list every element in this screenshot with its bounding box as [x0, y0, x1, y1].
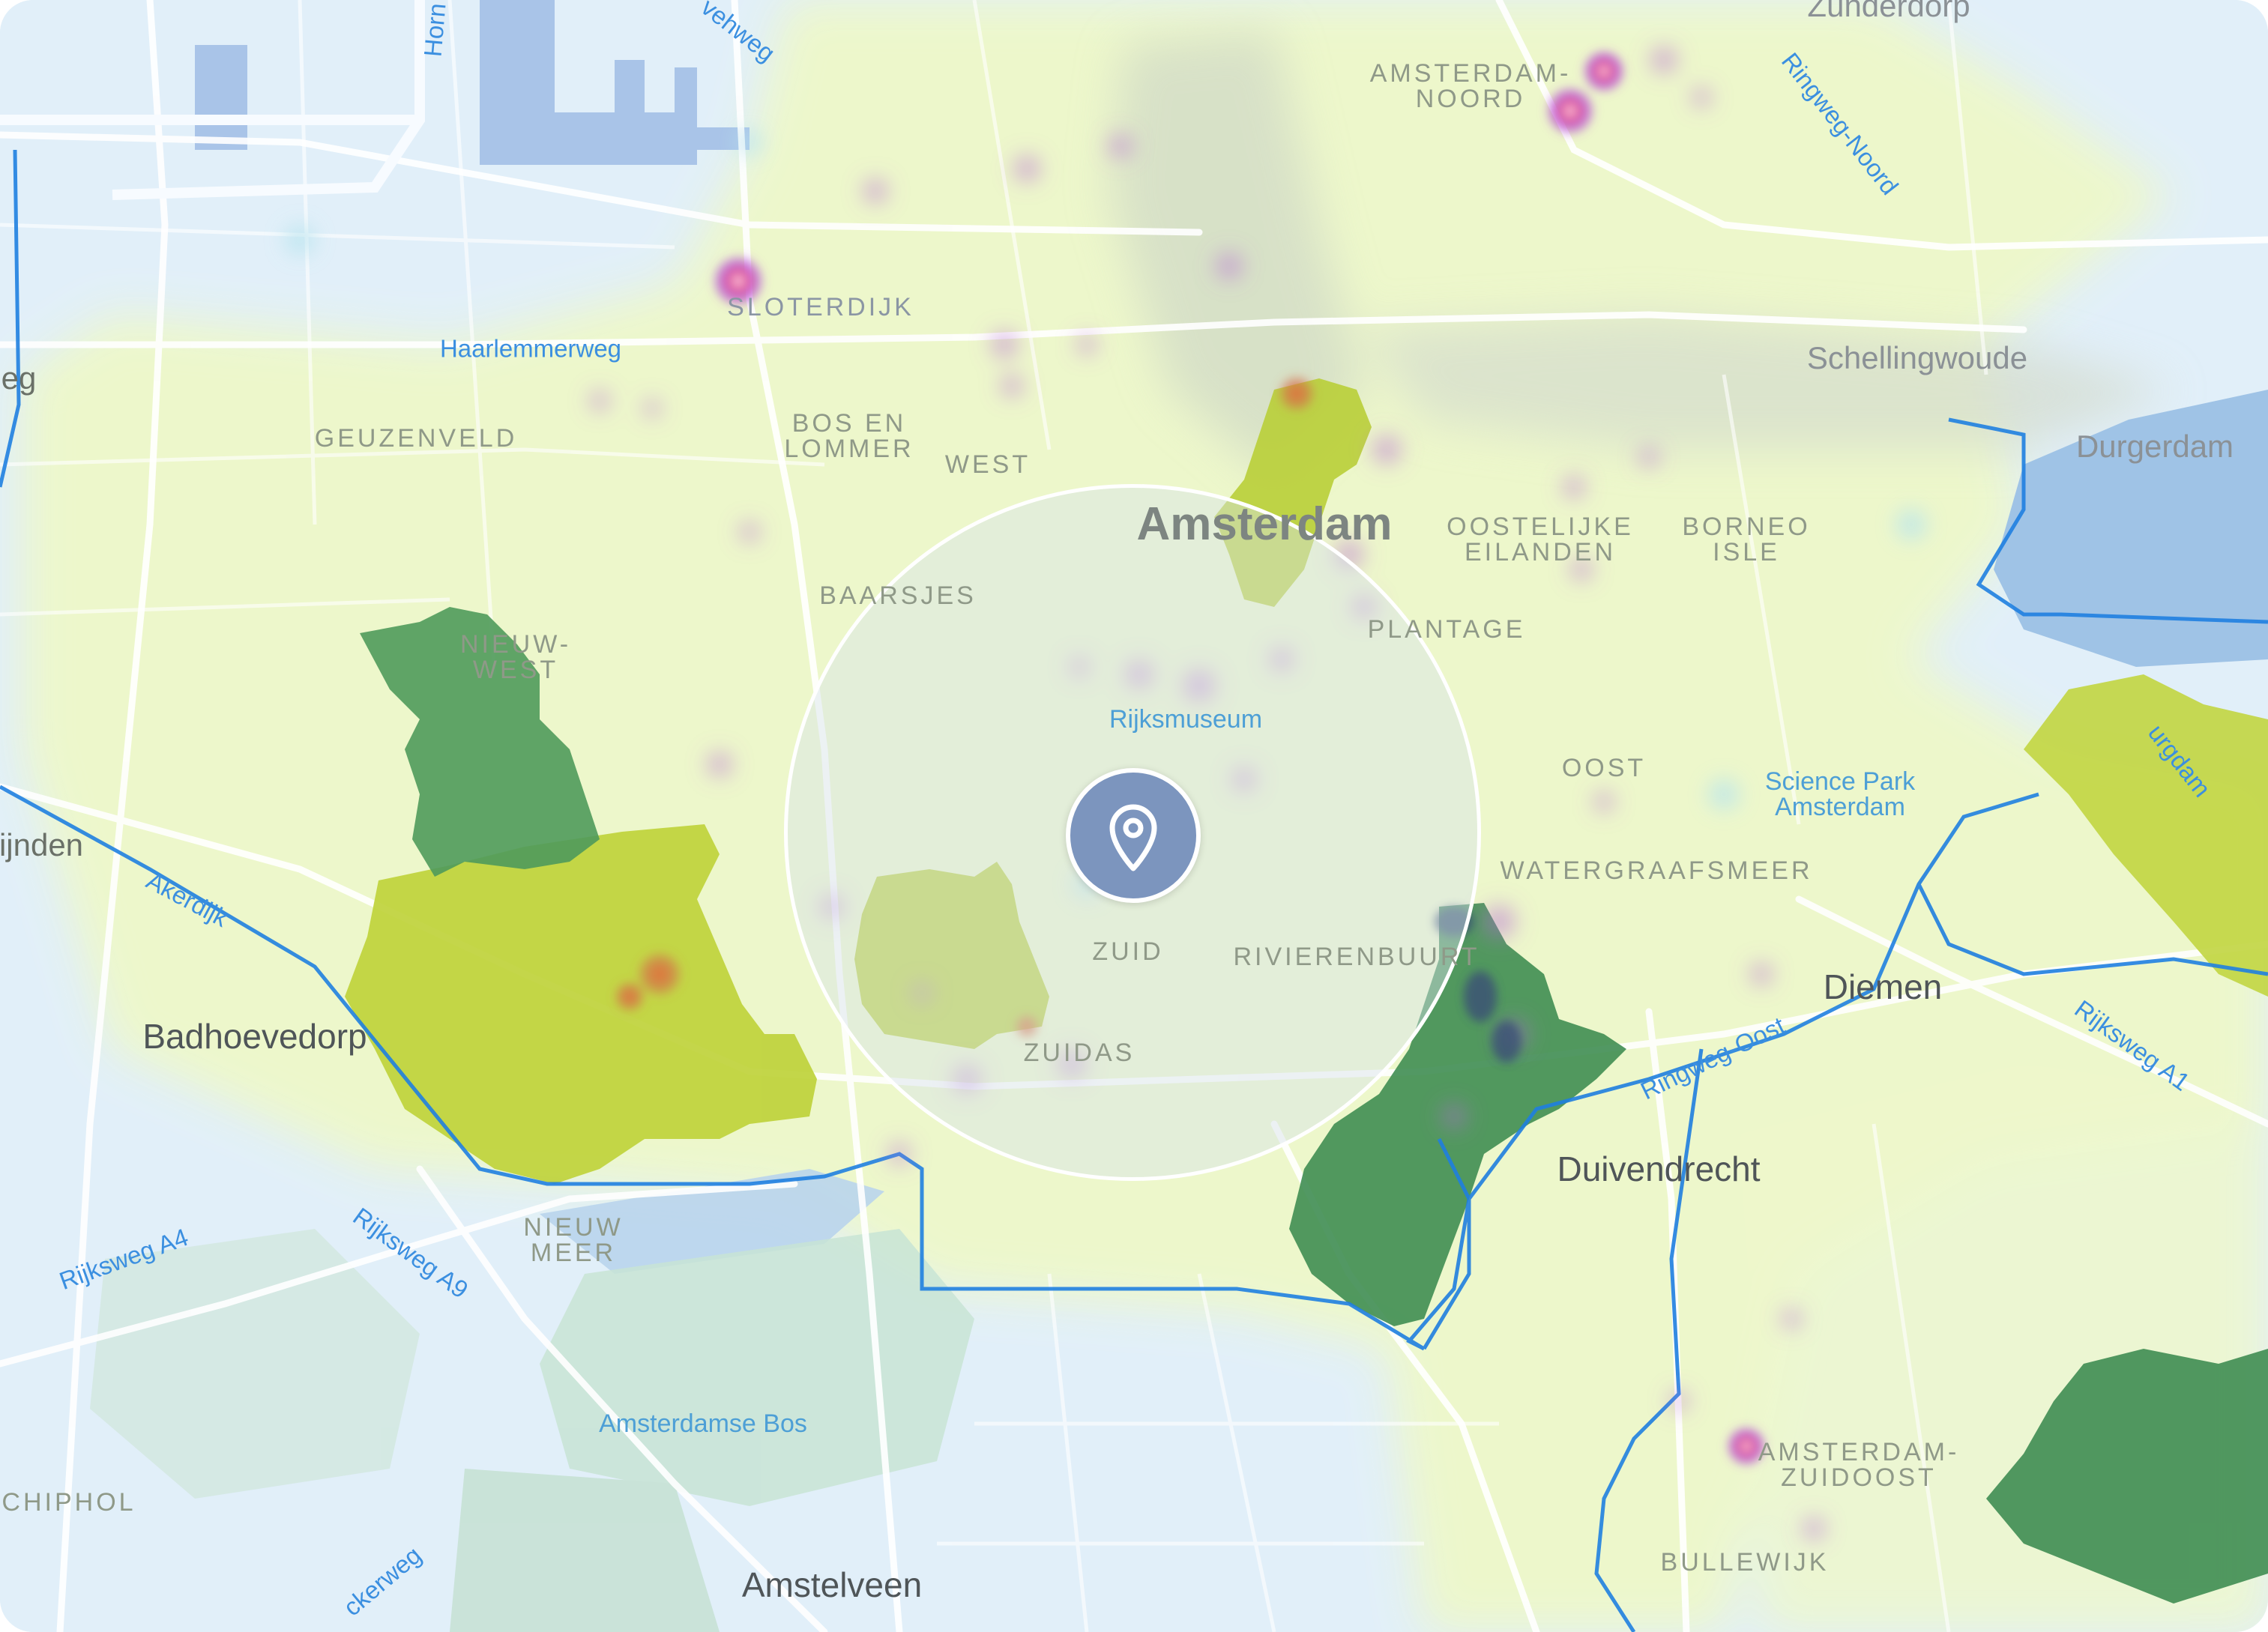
label-amsterdam: Amsterdam [1136, 498, 1393, 550]
current-location-marker[interactable] [1066, 768, 1201, 903]
label-zuid: ZUID [1092, 937, 1164, 966]
label-nieuw-west: NIEUW- WEST [459, 630, 572, 684]
label-geuzenveld: GEUZENVELD [314, 424, 518, 453]
map-view[interactable]: Amsterdam AMSTERDAM- NOORD Zunderdorp Sc… [0, 0, 2268, 1632]
label-zuidas: ZUIDAS [1023, 1039, 1135, 1067]
label-baarsjes: BAARSJES [819, 581, 977, 610]
poi-rijksmuseum[interactable]: Rijksmuseum [1109, 707, 1262, 732]
road-label-haarlemmerweg: Haarlemmerweg [439, 334, 622, 363]
road-label-hornweg: Horn [418, 1, 451, 58]
label-watergraafsmeer: WATERGRAAFSMEER [1500, 856, 1813, 885]
label-durgerdam: Durgerdam [2075, 429, 2234, 464]
label-amstelveen: Amstelveen [741, 1565, 923, 1604]
label-schellingwoude: Schellingwoude [1806, 340, 2028, 375]
label-sloterdijk: SLOTERDIJK [727, 293, 914, 321]
label-badhoevedorp: Badhoevedorp [142, 1017, 367, 1056]
poi-amsterdamse-bos[interactable]: Amsterdamse Bos [599, 1411, 807, 1436]
label-bullewijk: BULLEWIJK [1660, 1548, 1830, 1577]
label-ijnden: ijnden [0, 827, 84, 862]
label-nieuw-meer: NIEUW MEER [523, 1213, 624, 1267]
label-west: WEST [944, 450, 1031, 479]
label-oost: OOST [1561, 754, 1647, 782]
label-diemen: Diemen [1823, 967, 1943, 1006]
label-amsterdam-noord: AMSTERDAM- NOORD [1369, 59, 1572, 113]
label-oostelijke-eilanden: OOSTELIJKE EILANDEN [1447, 513, 1634, 566]
label-bos-en-lommer: BOS EN LOMMER [784, 409, 914, 463]
label-zunderdorp: Zunderdorp [1807, 0, 1970, 23]
label-plantage: PLANTAGE [1367, 615, 1526, 644]
label-duivendrecht: Duivendrecht [1557, 1149, 1761, 1188]
poi-science-park[interactable]: Science Park Amsterdam [1765, 769, 1915, 820]
label-borneo-isle: BORNEO ISLE [1682, 513, 1811, 566]
label-eg: eg [1, 360, 37, 396]
label-schiphol: CHIPHOL [1, 1488, 136, 1517]
map-pin-icon [1109, 804, 1157, 871]
label-rivierenbuurt: RIVIERENBUURT [1233, 943, 1480, 971]
label-amsterdam-zuidoost: AMSTERDAM- ZUIDOOST [1758, 1438, 1960, 1492]
